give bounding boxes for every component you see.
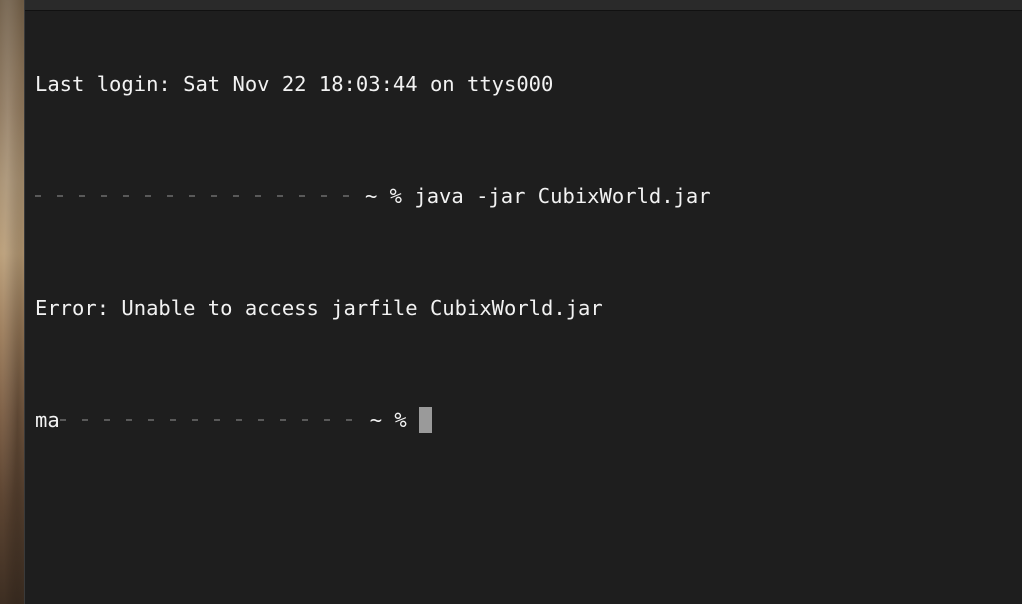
desktop-wallpaper-strip <box>0 0 25 604</box>
window-titlebar[interactable] <box>25 0 1022 11</box>
terminal-output[interactable]: Last login: Sat Nov 22 18:03:44 on ttys0… <box>35 14 1012 594</box>
redacted-hostname <box>59 410 370 430</box>
terminal-window[interactable]: Last login: Sat Nov 22 18:03:44 on ttys0… <box>24 0 1022 604</box>
current-prompt-line[interactable]: ma ~ % <box>35 406 1012 434</box>
command-line: ~ % java -jar CubixWorld.jar <box>35 182 1012 210</box>
prompt-suffix: ~ % <box>369 408 407 432</box>
text-cursor[interactable] <box>418 407 432 433</box>
last-login-text: Last login: Sat Nov 22 18:03:44 on ttys0… <box>35 72 554 96</box>
last-login-line: Last login: Sat Nov 22 18:03:44 on ttys0… <box>35 70 1012 98</box>
command-text: java -jar CubixWorld.jar <box>414 184 711 208</box>
prompt-user-host: ma <box>35 408 60 432</box>
error-text: Error: Unable to access jarfile CubixWor… <box>35 296 603 320</box>
redacted-hostname <box>35 186 365 206</box>
prompt-suffix: ~ % <box>365 184 403 208</box>
error-line: Error: Unable to access jarfile CubixWor… <box>35 294 1012 322</box>
